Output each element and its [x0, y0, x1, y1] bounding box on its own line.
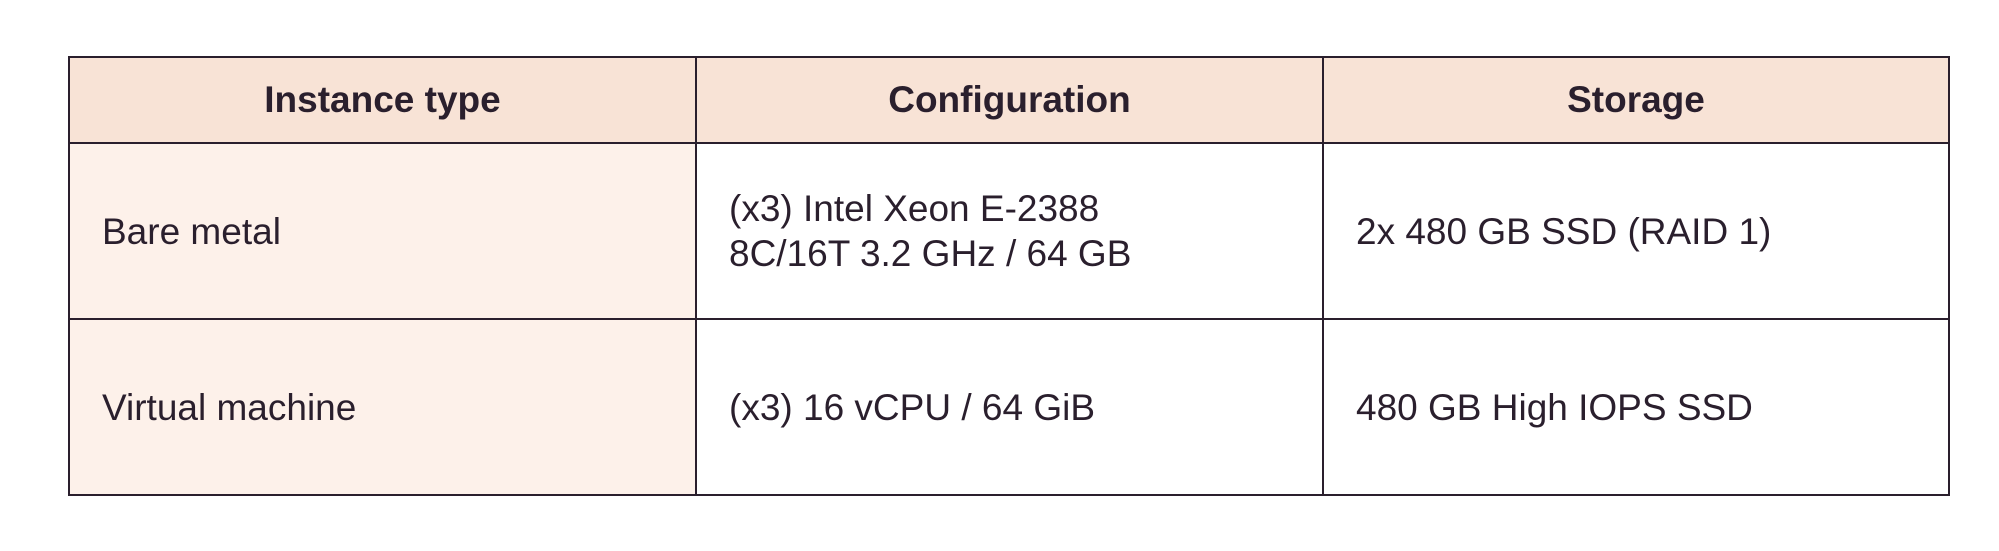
- table-header: Instance type Configuration Storage: [68, 56, 1950, 144]
- header-configuration: Configuration: [695, 56, 1324, 144]
- table-body: Bare metal (x3) Intel Xeon E-2388 8C/16T…: [68, 142, 1950, 496]
- table-row: Bare metal (x3) Intel Xeon E-2388 8C/16T…: [68, 142, 1950, 320]
- configuration-line: 8C/16T 3.2 GHz / 64 GB: [729, 233, 1132, 274]
- table-row: Virtual machine (x3) 16 vCPU / 64 GiB 48…: [68, 318, 1950, 496]
- instance-spec-table: Instance type Configuration Storage Bare…: [68, 56, 1950, 496]
- instance-type-cell: Virtual machine: [68, 318, 697, 496]
- configuration-line: (x3) 16 vCPU / 64 GiB: [729, 386, 1096, 428]
- configuration-cell: (x3) 16 vCPU / 64 GiB: [695, 318, 1324, 496]
- storage-cell: 480 GB High IOPS SSD: [1322, 318, 1950, 496]
- instance-type-label: Virtual machine: [102, 386, 357, 428]
- instance-type-cell: Bare metal: [68, 142, 697, 320]
- storage-value: 480 GB High IOPS SSD: [1356, 386, 1753, 428]
- header-instance-type: Instance type: [68, 56, 697, 144]
- instance-type-label: Bare metal: [102, 210, 281, 252]
- table-header-row: Instance type Configuration Storage: [68, 56, 1950, 144]
- configuration-cell: (x3) Intel Xeon E-2388 8C/16T 3.2 GHz / …: [695, 142, 1324, 320]
- storage-value: 2x 480 GB SSD (RAID 1): [1356, 210, 1772, 252]
- storage-cell: 2x 480 GB SSD (RAID 1): [1322, 142, 1950, 320]
- header-storage: Storage: [1322, 56, 1950, 144]
- configuration-line: (x3) Intel Xeon E-2388: [729, 188, 1100, 229]
